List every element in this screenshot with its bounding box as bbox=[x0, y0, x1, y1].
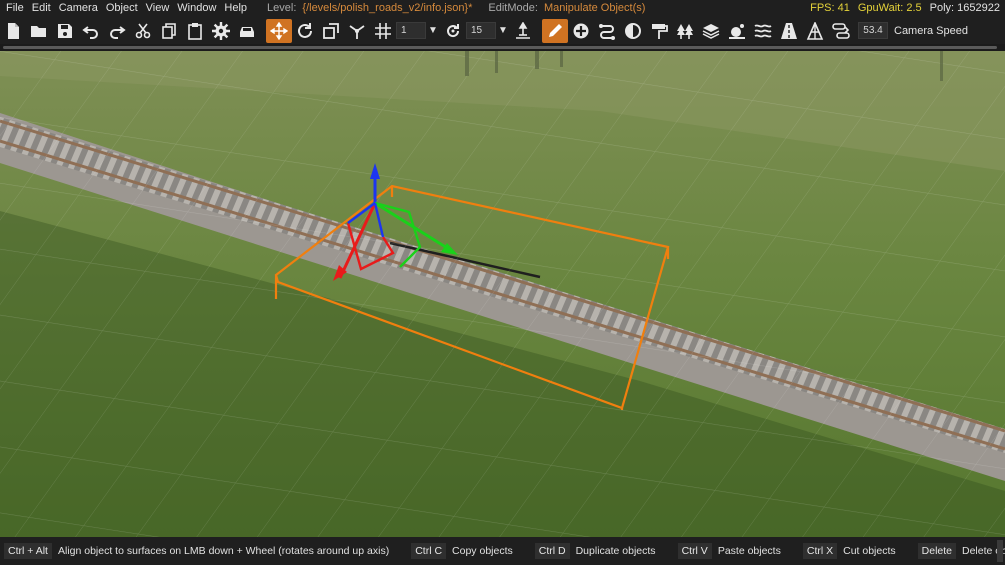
forest-icon[interactable] bbox=[672, 19, 698, 43]
shortcut-key-delete: Delete bbox=[917, 543, 956, 559]
road-edit-icon[interactable] bbox=[776, 19, 802, 43]
path-tool-icon[interactable] bbox=[828, 19, 854, 43]
settings-gear-icon[interactable] bbox=[208, 19, 234, 43]
rotate-tool-icon[interactable] bbox=[292, 19, 318, 43]
shortcut-hint-paste: Paste objects bbox=[717, 545, 781, 557]
scene-viewport[interactable] bbox=[0, 51, 1005, 537]
rotate-step-field[interactable]: 15 bbox=[466, 22, 496, 39]
snap-vertex-icon[interactable] bbox=[344, 19, 370, 43]
layers-icon[interactable] bbox=[698, 19, 724, 43]
paint-roller-icon[interactable] bbox=[646, 19, 672, 43]
save-icon[interactable] bbox=[52, 19, 78, 43]
rotate-snap-icon[interactable] bbox=[440, 19, 466, 43]
shortcut-key-align: Ctrl + Alt bbox=[4, 543, 52, 559]
perf-stats: FPS: 41 GpuWait: 2.5 Poly: 1652922 bbox=[810, 0, 1000, 17]
undo-icon[interactable] bbox=[78, 19, 104, 43]
toolbar-scroll-thumb[interactable] bbox=[3, 46, 997, 49]
shortcut-key-copy: Ctrl C bbox=[411, 543, 447, 559]
decal-tool-icon[interactable] bbox=[620, 19, 646, 43]
shortcut-hint-cut: Cut objects bbox=[843, 545, 896, 557]
gpuwait-readout: GpuWait: 2.5 bbox=[857, 2, 922, 14]
menu-edit[interactable]: Edit bbox=[28, 0, 55, 17]
cut-icon[interactable] bbox=[130, 19, 156, 43]
shortcut-hint-duplicate: Duplicate objects bbox=[575, 545, 656, 557]
shortcut-hint-align: Align object to surfaces on LMB down + W… bbox=[57, 545, 390, 557]
new-file-icon[interactable] bbox=[0, 19, 26, 43]
rotate-step-dropdown-icon[interactable]: ▼ bbox=[496, 25, 510, 36]
vehicle-icon[interactable] bbox=[234, 19, 260, 43]
navmesh-icon[interactable] bbox=[802, 19, 828, 43]
status-scrollbar[interactable] bbox=[997, 540, 1003, 562]
menu-bar: File Edit Camera Object View Window Help… bbox=[0, 0, 1005, 17]
redo-icon[interactable] bbox=[104, 19, 130, 43]
poly-readout: Poly: 1652922 bbox=[929, 2, 1000, 14]
snap-angle-dropdown-icon[interactable]: ▼ bbox=[426, 25, 440, 36]
translate-tool-icon[interactable] bbox=[266, 18, 292, 43]
editmode-value: Manipulate Object(s) bbox=[543, 2, 646, 14]
menu-file[interactable]: File bbox=[0, 0, 28, 17]
status-bar: Ctrl + Alt Align object to surfaces on L… bbox=[0, 537, 1005, 565]
level-path: {/levels/polish_roads_v2/info.json}* bbox=[302, 2, 473, 14]
fps-readout: FPS: 41 bbox=[810, 2, 850, 14]
shortcut-key-paste: Ctrl V bbox=[677, 543, 712, 559]
road-tool-icon[interactable] bbox=[594, 19, 620, 43]
camera-speed-field[interactable]: 53.4 bbox=[858, 22, 888, 39]
copy-icon[interactable] bbox=[156, 19, 182, 43]
river-tool-icon[interactable] bbox=[750, 19, 776, 43]
paste-icon[interactable] bbox=[182, 19, 208, 43]
camera-speed-label: Camera Speed bbox=[894, 24, 968, 37]
snap-angle-field[interactable]: 1 bbox=[396, 22, 426, 39]
scene-objects-icon[interactable] bbox=[724, 19, 750, 43]
editmode-label: EditMode: bbox=[488, 2, 538, 14]
menu-view[interactable]: View bbox=[142, 0, 174, 17]
level-label: Level: bbox=[267, 2, 297, 14]
grid-snap-icon[interactable] bbox=[370, 19, 396, 43]
menu-help[interactable]: Help bbox=[220, 0, 251, 17]
shortcut-key-duplicate: Ctrl D bbox=[534, 543, 570, 559]
viewport-render bbox=[0, 51, 1005, 537]
toolbar-scrollbar[interactable] bbox=[0, 44, 1005, 51]
menu-object[interactable]: Object bbox=[102, 0, 142, 17]
add-object-icon[interactable] bbox=[568, 19, 594, 43]
shortcut-hint-copy: Copy objects bbox=[452, 545, 513, 557]
toolbar: 1 ▼ 15 ▼ 53.4 Camera Speed bbox=[0, 17, 1005, 44]
scale-tool-icon[interactable] bbox=[318, 19, 344, 43]
terrain-align-icon[interactable] bbox=[510, 19, 536, 43]
edit-pencil-icon[interactable] bbox=[542, 18, 568, 43]
open-folder-icon[interactable] bbox=[26, 19, 52, 43]
menu-window[interactable]: Window bbox=[173, 0, 220, 17]
menu-camera[interactable]: Camera bbox=[55, 0, 102, 17]
viewport-grid bbox=[0, 51, 1005, 537]
shortcut-key-cut: Ctrl X bbox=[802, 543, 838, 559]
